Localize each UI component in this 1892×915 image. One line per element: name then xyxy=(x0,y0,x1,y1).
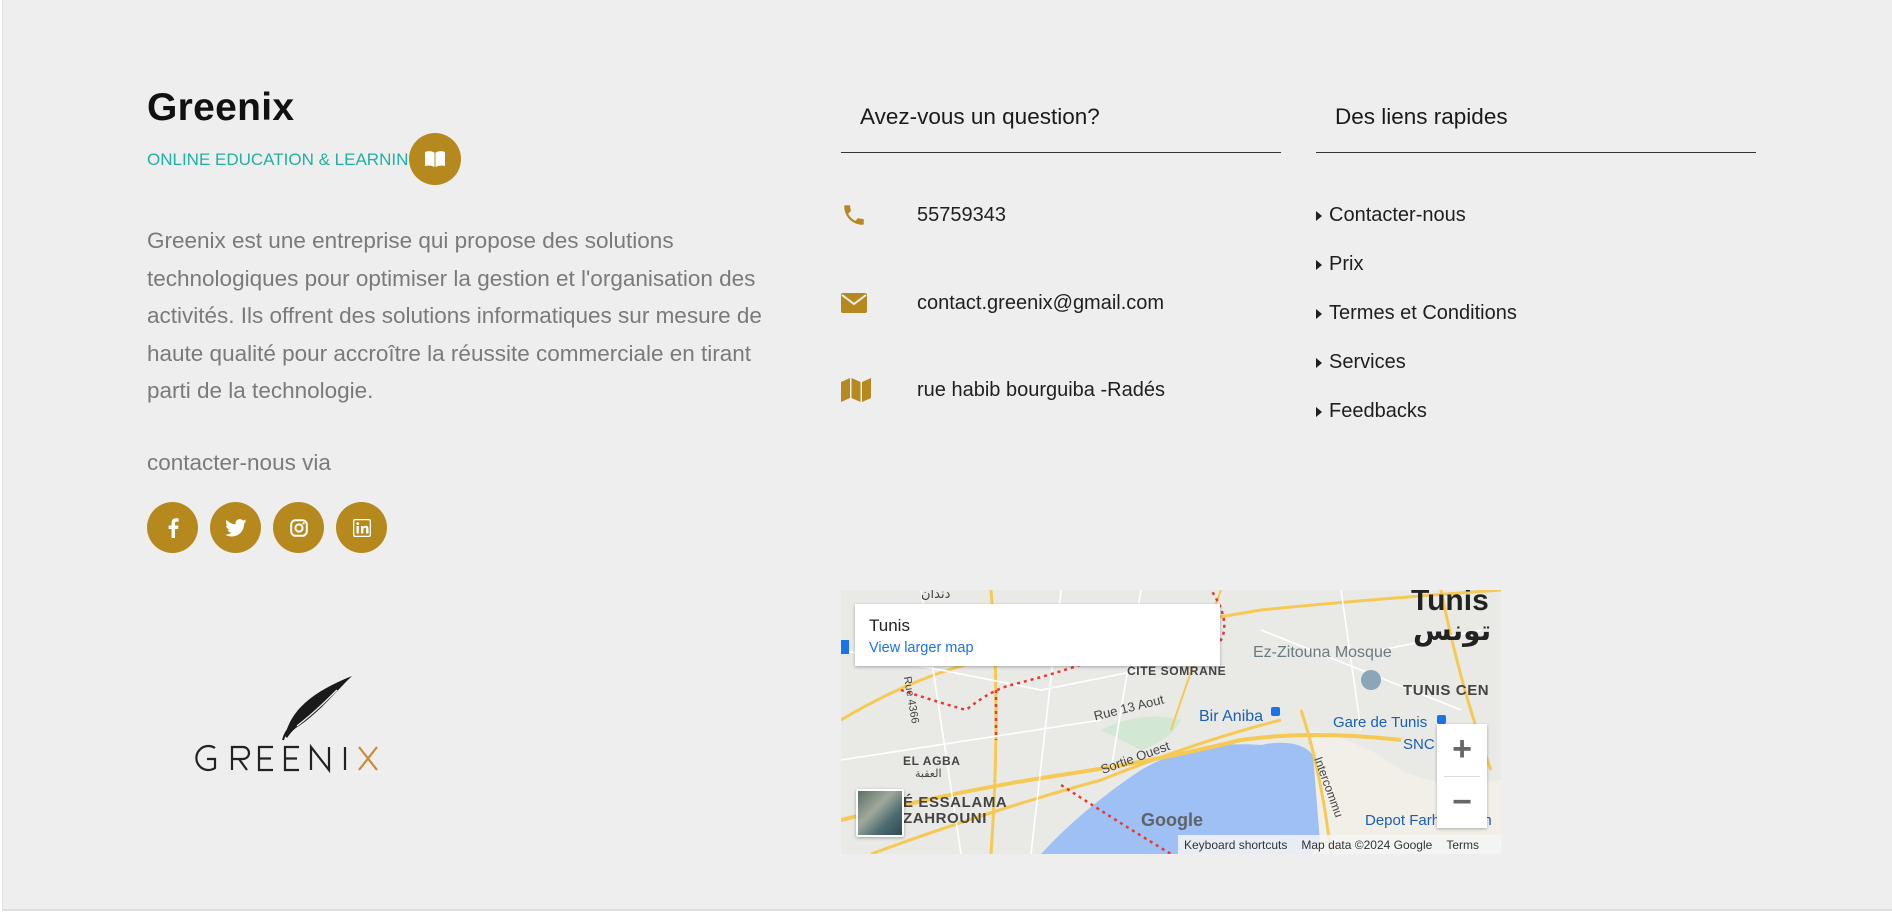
map-zoom-controls: + − xyxy=(1437,724,1487,828)
quick-link-label: Termes et Conditions xyxy=(1329,302,1517,324)
google-logo: Google xyxy=(1141,810,1203,830)
map-label-snc: SNC xyxy=(1403,736,1435,753)
email-address[interactable]: contact.greenix@gmail.com xyxy=(917,292,1164,315)
linkedin-icon xyxy=(352,518,371,537)
twitter-button[interactable] xyxy=(210,502,261,553)
map-label-essalama: É ESSALAMA xyxy=(903,794,1008,811)
quick-links-heading: Des liens rapides xyxy=(1316,104,1756,153)
keyboard-shortcuts-link[interactable]: Keyboard shortcuts xyxy=(1184,838,1287,852)
map-label-tunis-center: TUNIS CEN xyxy=(1403,682,1490,699)
envelope-icon xyxy=(841,293,867,313)
quick-link-terms[interactable]: Termes et Conditions xyxy=(1316,302,1517,325)
map-label-cite-somrane: CITÉ SOMRANE xyxy=(1127,664,1227,678)
map-label-el-agba: EL AGBA xyxy=(903,754,961,768)
brand-title: Greenix xyxy=(147,86,295,129)
footer: Greenix ONLINE EDUCATION & LEARNING Gree… xyxy=(2,0,1892,911)
map-label-zahrouni: ZAHROUNI xyxy=(903,810,987,827)
map-place-name: Tunis xyxy=(869,616,910,635)
phone-icon xyxy=(844,205,864,225)
linkedin-button[interactable] xyxy=(336,502,387,553)
quick-link-services[interactable]: Services xyxy=(1316,351,1406,374)
instagram-button[interactable] xyxy=(273,502,324,553)
terms-link[interactable]: Terms xyxy=(1446,838,1479,852)
map-icon xyxy=(841,378,871,402)
view-larger-map-link[interactable]: View larger map xyxy=(869,640,1206,656)
caret-right-icon xyxy=(1316,406,1322,417)
book-icon xyxy=(425,151,445,167)
address-row: rue habib bourguiba -Radés xyxy=(841,375,1165,405)
map-label-top-ar: دندان xyxy=(921,590,951,601)
caret-right-icon xyxy=(1316,259,1322,270)
map-label-bir-aniba: Bir Aniba xyxy=(1199,708,1264,725)
quick-link-contact[interactable]: Contacter-nous xyxy=(1316,204,1466,227)
contact-via-label: contacter-nous via xyxy=(147,450,331,475)
caret-right-icon xyxy=(1316,308,1322,319)
satellite-toggle-button[interactable] xyxy=(856,789,904,837)
facebook-button[interactable] xyxy=(147,502,198,553)
brand-description: Greenix est une entreprise qui propose d… xyxy=(147,228,762,403)
quick-link-prix[interactable]: Prix xyxy=(1316,253,1363,276)
address: rue habib bourguiba -Radés xyxy=(917,378,1165,401)
social-links xyxy=(147,502,387,553)
quick-link-label: Services xyxy=(1329,351,1406,373)
map-attribution: Keyboard shortcuts Map data ©2024 Google… xyxy=(1178,835,1501,854)
quick-link-label: Prix xyxy=(1329,253,1364,275)
twitter-icon xyxy=(224,518,246,536)
zoom-out-button[interactable]: − xyxy=(1437,776,1487,828)
email-row: contact.greenix@gmail.com xyxy=(841,288,1164,318)
map-label-el-agba-ar: العقبة xyxy=(915,768,942,780)
map-label-tunis-ar: تونس xyxy=(1413,615,1492,646)
phone-number[interactable]: 55759343 xyxy=(917,204,1006,227)
quick-link-label: Feedbacks xyxy=(1329,400,1427,422)
caret-right-icon xyxy=(1316,357,1322,368)
zoom-in-button[interactable]: + xyxy=(1437,724,1487,776)
quick-link-label: Contacter-nous xyxy=(1329,204,1466,226)
brand-subtitle: ONLINE EDUCATION & LEARNING xyxy=(147,150,422,169)
facebook-icon xyxy=(168,517,179,538)
instagram-icon xyxy=(289,518,308,537)
embedded-map[interactable]: Tunis تونس Ez-Zitouna Mosque TUNIS CEN G… xyxy=(841,590,1501,854)
map-data-text: Map data ©2024 Google xyxy=(1301,837,1433,852)
caret-right-icon xyxy=(1316,210,1322,221)
map-label-zitouna: Ez-Zitouna Mosque xyxy=(1253,644,1392,661)
questions-heading: Avez-vous un question? xyxy=(841,104,1281,153)
map-label-gare: Gare de Tunis xyxy=(1333,714,1428,731)
greenix-logo xyxy=(195,676,378,774)
book-icon-button[interactable] xyxy=(409,133,461,185)
map-place-card: Tunis View larger map xyxy=(855,604,1220,666)
quick-link-feedbacks[interactable]: Feedbacks xyxy=(1316,400,1427,423)
phone-row: 55759343 xyxy=(841,200,1006,230)
